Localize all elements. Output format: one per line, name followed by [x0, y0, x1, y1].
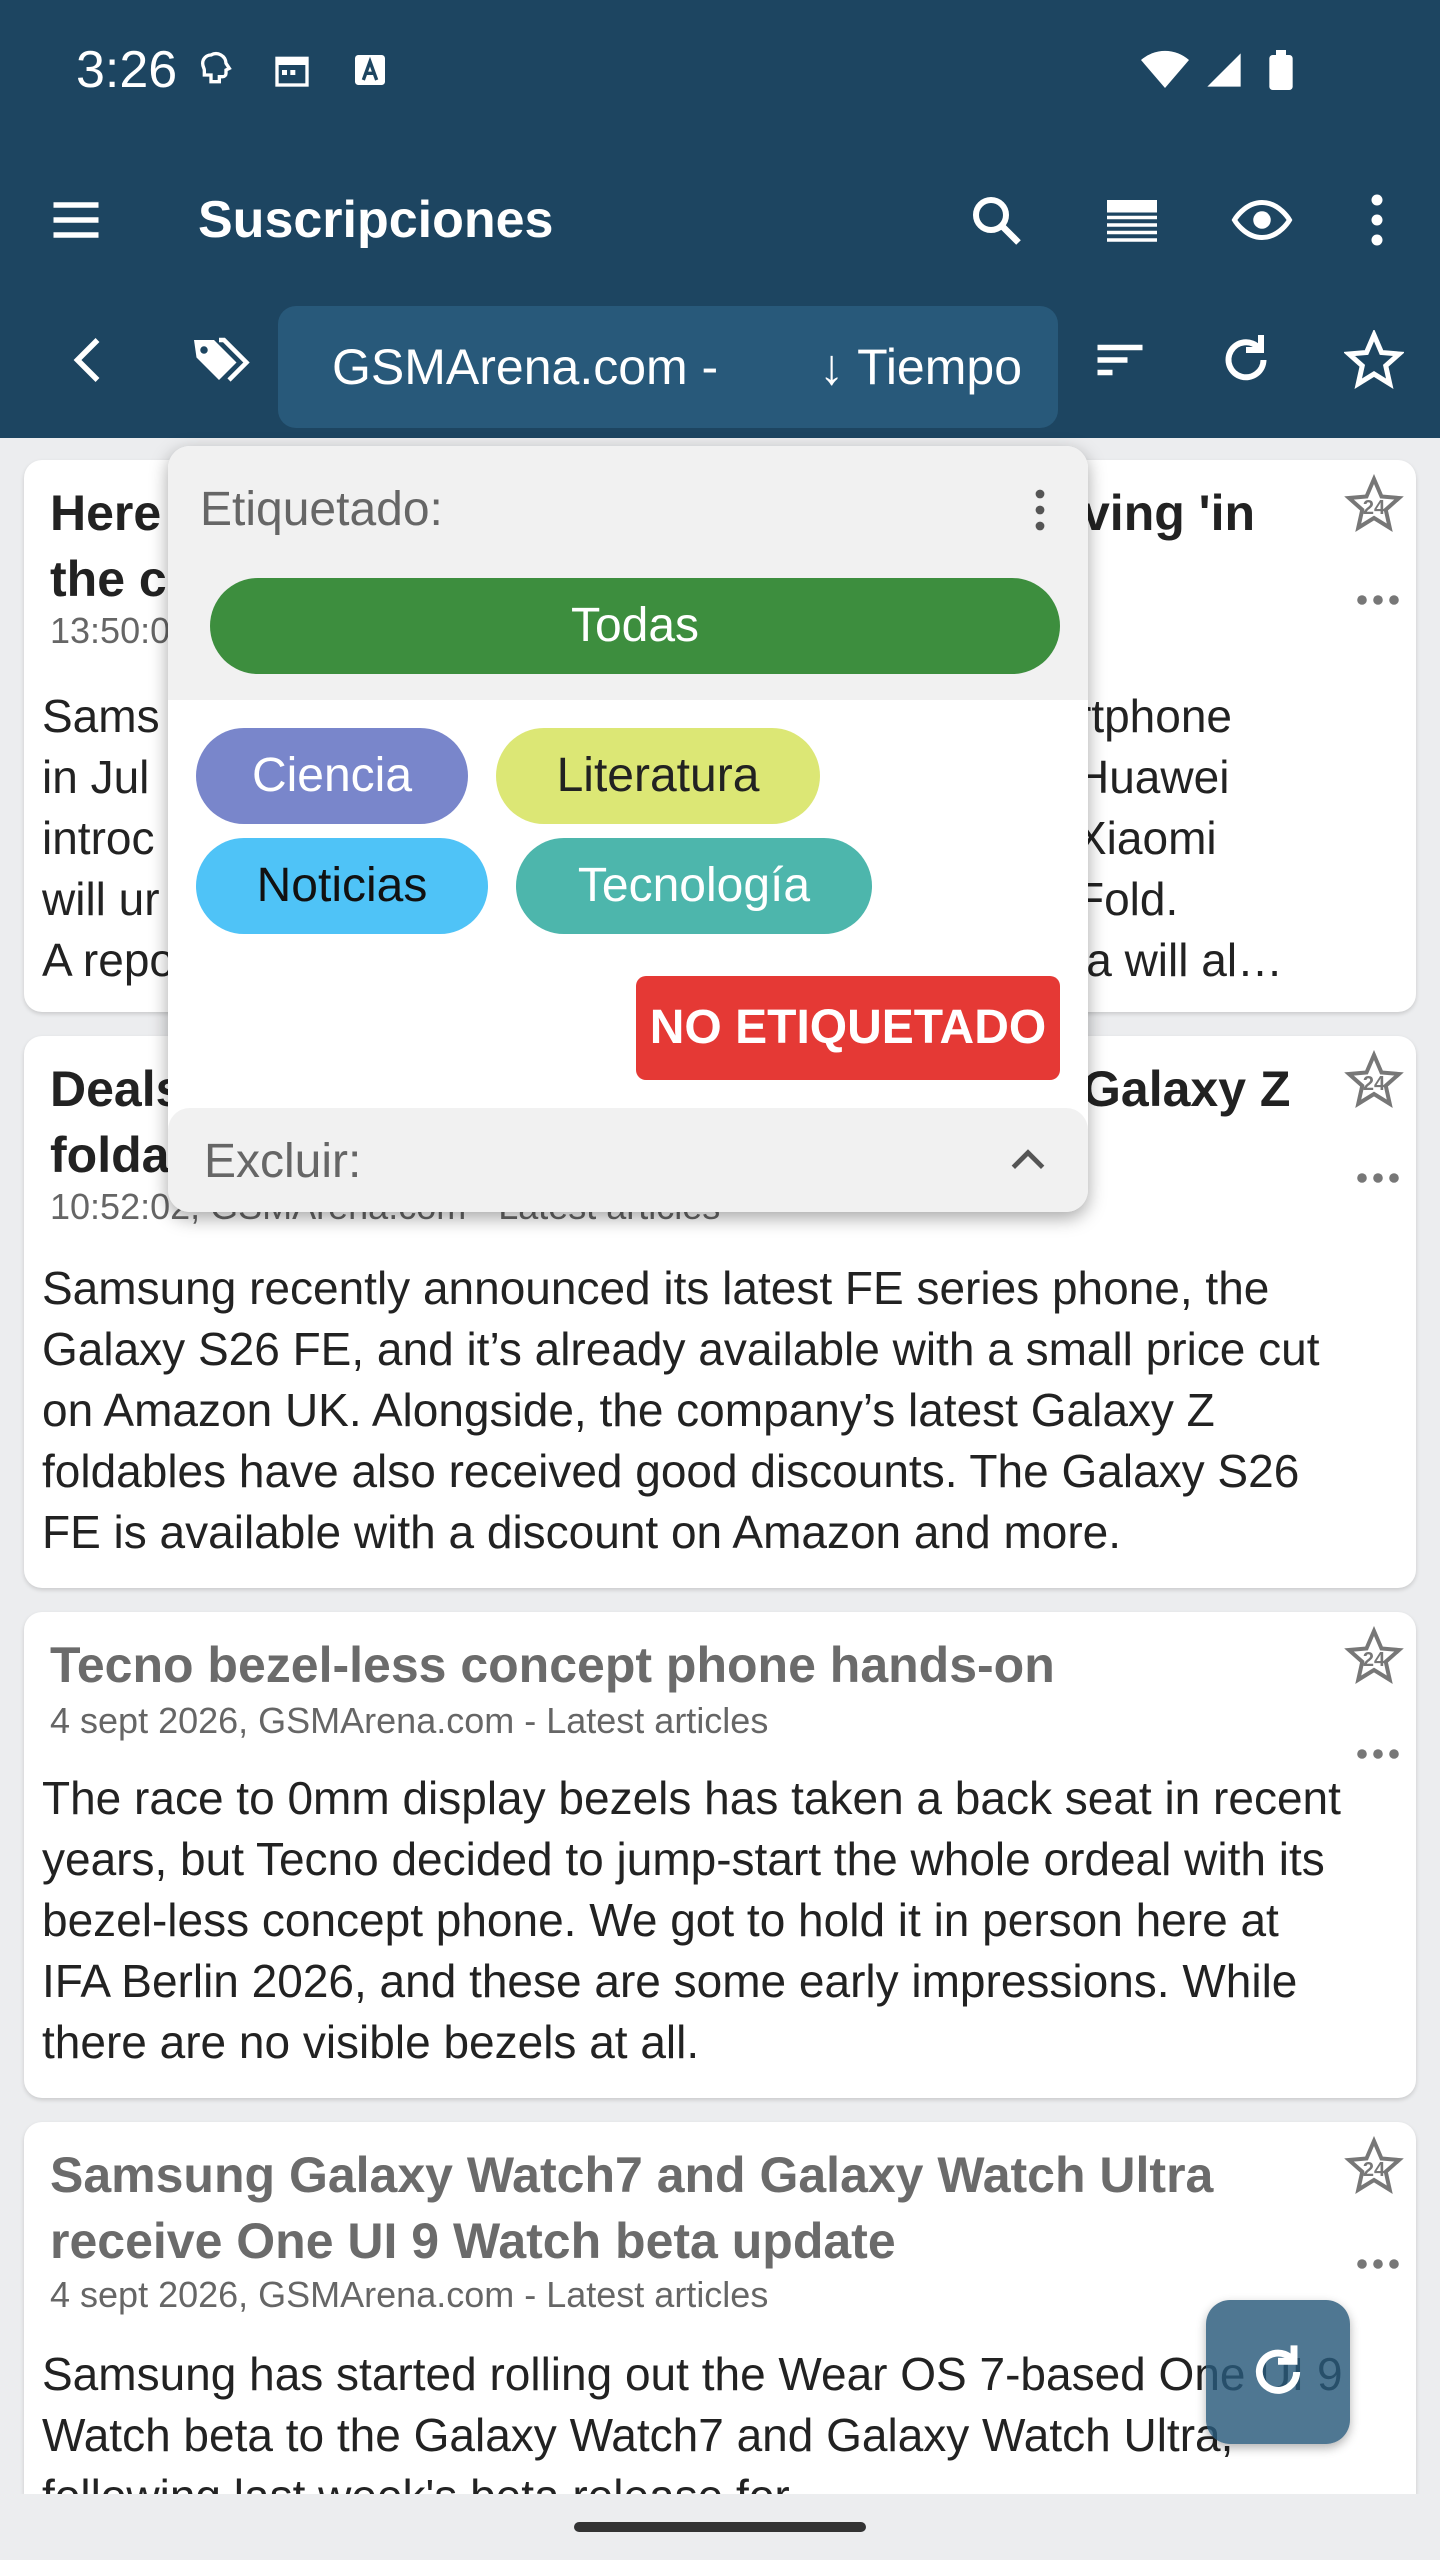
filter-bar: GSMArena.com - ↓ Tiempo — [0, 290, 1440, 438]
article-title-line2: folda — [50, 1127, 170, 1183]
view-list-icon[interactable] — [1100, 190, 1164, 250]
sort-label: ↓ Tiempo — [819, 339, 1022, 395]
article-title-right: Galaxy Z — [1082, 1061, 1291, 1117]
home-gesture-pill[interactable] — [574, 2522, 866, 2532]
tag-tecnologia[interactable]: Tecnología — [516, 838, 872, 934]
tag-filter-popup: Etiquetado: Todas Ciencia Literatura Not… — [168, 446, 1088, 1212]
refresh-icon[interactable] — [1216, 330, 1276, 390]
article-title: Tecno bezel-less concept phone hands-on — [50, 1637, 1055, 1693]
more-dots-icon[interactable] — [1354, 1744, 1402, 1764]
eye-icon[interactable] — [1228, 190, 1296, 250]
popup-overflow-icon[interactable] — [1028, 486, 1052, 534]
article-meta: 4 sept 2026, GSMArena.com - Latest artic… — [50, 1700, 769, 1741]
svg-text:24: 24 — [1363, 1073, 1386, 1095]
article-meta: 13:50:0 — [50, 610, 171, 651]
more-dots-icon[interactable] — [1354, 2254, 1402, 2274]
article-body: The race to 0mm display bezels has taken… — [42, 1772, 1341, 2068]
calendar-icon — [275, 56, 309, 87]
page-title: Suscripciones — [198, 191, 554, 249]
article-card[interactable]: Samsung Galaxy Watch7 and Galaxy Watch U… — [24, 2122, 1416, 2494]
article-meta: 4 sept 2026, GSMArena.com - Latest artic… — [50, 2274, 769, 2315]
back-chevron-icon[interactable] — [60, 330, 120, 390]
article-title: Samsung Galaxy Watch7 and Galaxy Watch U… — [50, 2147, 1214, 2269]
all-tags-button[interactable]: Todas — [210, 578, 1060, 674]
brain-icon — [200, 52, 232, 84]
article-body: Samsung recently announced its latest FE… — [42, 1262, 1320, 1558]
more-dots-icon[interactable] — [1354, 1168, 1402, 1188]
untagged-button[interactable]: NO ETIQUETADO — [636, 976, 1060, 1080]
article-title-line2: the c — [50, 551, 167, 607]
star-icon[interactable] — [1344, 330, 1404, 390]
app-toolbar: Suscripciones — [0, 150, 1440, 290]
refresh-icon — [1255, 2345, 1301, 2394]
exclude-section[interactable]: Excluir: — [168, 1108, 1088, 1212]
font-a-icon — [355, 55, 385, 85]
article-title-right: ving 'in — [1082, 485, 1255, 541]
refresh-fab[interactable] — [1206, 2300, 1350, 2444]
svg-text:24: 24 — [1363, 2159, 1386, 2181]
signal-icon — [1207, 53, 1241, 87]
system-nav-bar — [0, 2494, 1440, 2560]
source-sort-chip[interactable]: GSMArena.com - ↓ Tiempo — [278, 306, 1058, 428]
menu-icon[interactable] — [46, 190, 106, 250]
star-24-icon[interactable]: 24 — [1344, 474, 1404, 534]
tags-icon[interactable] — [186, 330, 252, 390]
star-24-icon[interactable]: 24 — [1344, 2136, 1404, 2196]
article-body-right: rtphone Huawei Xiaomi Fold. la will al… — [1076, 690, 1284, 986]
exclude-label: Excluir: — [204, 1135, 362, 1188]
tag-ciencia[interactable]: Ciencia — [196, 728, 468, 824]
svg-text:24: 24 — [1363, 497, 1386, 519]
overflow-menu-icon[interactable] — [1352, 190, 1402, 250]
article-body: Samsung has started rolling out the Wear… — [42, 2348, 1343, 2494]
article-card[interactable]: Tecno bezel-less concept phone hands-on … — [24, 1612, 1416, 2098]
article-title-left: Here — [50, 485, 162, 541]
tag-literatura[interactable]: Literatura — [496, 728, 820, 824]
article-title-left: Deals — [50, 1061, 184, 1117]
tagged-label: Etiquetado: — [200, 483, 443, 536]
sort-icon[interactable] — [1090, 330, 1150, 390]
star-24-icon[interactable]: 24 — [1344, 1626, 1404, 1686]
source-label: GSMArena.com - — [332, 339, 719, 395]
chevron-up-icon[interactable] — [1006, 1138, 1050, 1182]
battery-icon — [1269, 50, 1293, 90]
status-bar: 3:26 — [0, 0, 1440, 150]
article-body-left: Sams in Jul introc will ur A repo — [42, 690, 175, 986]
popup-header: Etiquetado: Todas — [168, 446, 1088, 700]
status-time: 3:26 — [76, 41, 178, 99]
more-dots-icon[interactable] — [1354, 590, 1402, 610]
star-24-icon[interactable]: 24 — [1344, 1050, 1404, 1110]
search-icon[interactable] — [966, 190, 1026, 250]
svg-text:24: 24 — [1363, 1649, 1386, 1671]
tag-noticias[interactable]: Noticias — [196, 838, 488, 934]
wifi-icon — [1141, 50, 1189, 88]
